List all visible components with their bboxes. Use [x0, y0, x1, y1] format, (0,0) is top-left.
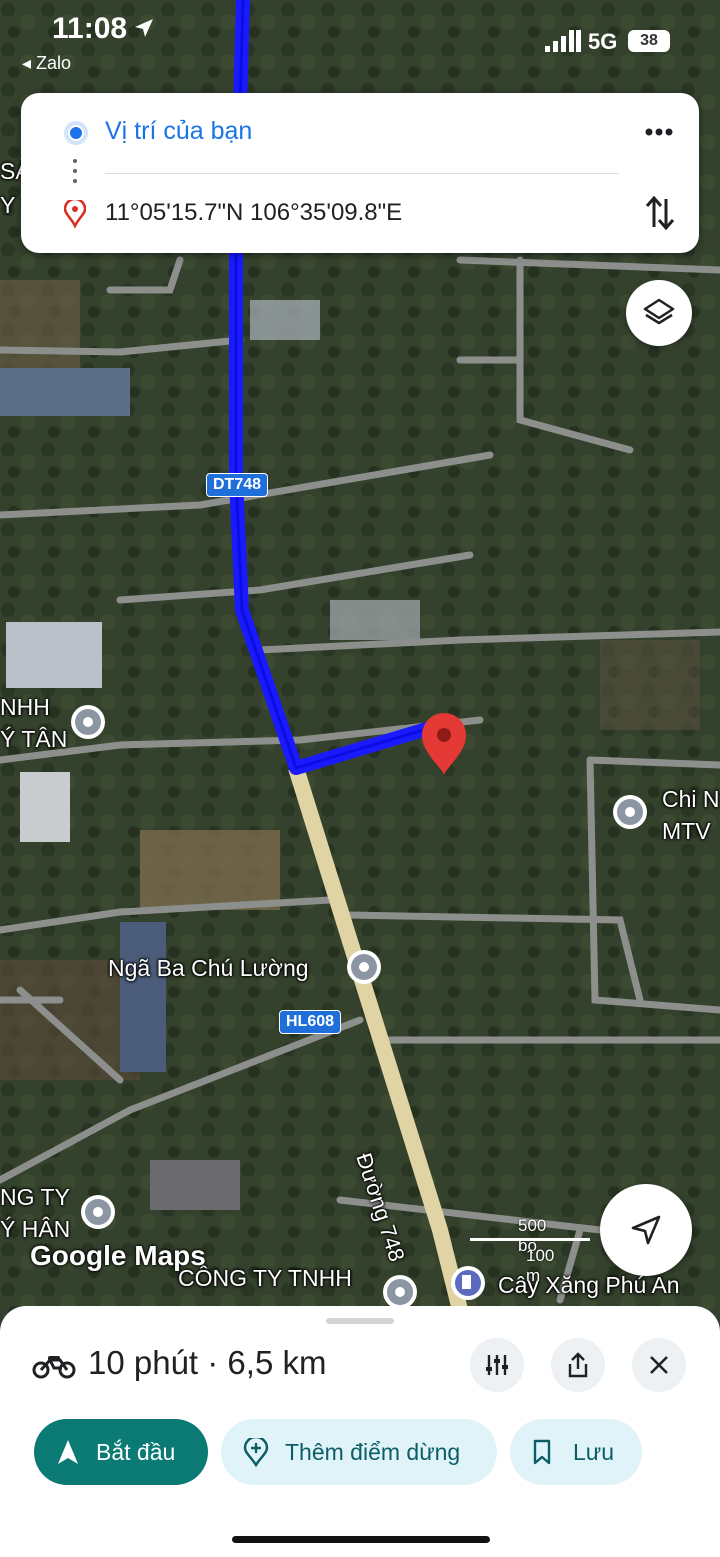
place-label[interactable]: Ý TÂN: [0, 726, 67, 753]
more-options-icon[interactable]: [643, 119, 675, 145]
place-marker-icon[interactable]: [81, 1195, 115, 1229]
add-stop-button[interactable]: Thêm điểm dừng: [221, 1419, 497, 1485]
building: [150, 1160, 240, 1210]
location-arrow-icon: [135, 19, 153, 37]
status-bar: 11:08 ◂ Zalo 5G 38: [0, 0, 720, 90]
place-label[interactable]: Chi N: [662, 786, 720, 813]
navigation-icon: [58, 1440, 78, 1464]
field-divider: [105, 173, 619, 174]
close-button[interactable]: [632, 1338, 686, 1392]
place-label[interactable]: NHH: [0, 694, 50, 721]
layers-icon: [643, 298, 675, 325]
building: [120, 922, 166, 1072]
battery-icon: 38: [628, 30, 670, 52]
road-badge-hl608: HL608: [279, 1010, 342, 1034]
bookmark-icon: [533, 1439, 551, 1465]
back-to-app-link[interactable]: ◂ Zalo: [22, 53, 71, 74]
save-button[interactable]: Lưu: [510, 1419, 642, 1485]
gas-station-icon[interactable]: [451, 1266, 485, 1300]
recenter-button[interactable]: [600, 1184, 692, 1276]
place-label[interactable]: MTV: [662, 818, 711, 845]
directions-card: Vị trí của bạn 11°05'15.7"N 106°35'09.8"…: [21, 93, 699, 253]
motorbike-icon: [32, 1356, 76, 1379]
origin-field[interactable]: Vị trí của bạn: [105, 117, 252, 146]
destination-pin-small-icon: [64, 200, 86, 228]
place-marker-icon[interactable]: [71, 705, 105, 739]
place-marker-icon[interactable]: [347, 950, 381, 984]
field-patch: [600, 640, 700, 730]
share-button[interactable]: [551, 1338, 605, 1392]
tune-icon: [486, 1355, 508, 1375]
place-marker-icon[interactable]: [613, 795, 647, 829]
add-stop-label: Thêm điểm dừng: [285, 1438, 461, 1465]
your-location-icon: [64, 121, 88, 145]
scale-label-bottom: 100 m: [526, 1246, 555, 1285]
status-time: 11:08: [52, 12, 128, 45]
building: [0, 368, 130, 416]
layers-button[interactable]: [626, 280, 692, 346]
navigation-arrow-icon: [631, 1215, 661, 1245]
signal-icon: [545, 30, 581, 52]
destination-field[interactable]: 11°05'15.7"N 106°35'09.8"E: [105, 199, 402, 227]
building: [6, 622, 102, 688]
start-label: Bắt đầu: [96, 1438, 176, 1465]
route-summary: 10 phút · 6,5 km: [88, 1344, 327, 1381]
google-maps-attribution: Google Maps: [30, 1240, 206, 1271]
field-patch: [140, 830, 280, 910]
building: [20, 772, 70, 842]
swap-icon[interactable]: [643, 193, 677, 233]
route-bottom-sheet: 10 phút · 6,5 km Bắt đầu Thêm điểm dừng: [0, 1306, 720, 1557]
close-icon: [650, 1356, 668, 1374]
place-label[interactable]: Ngã Ba Chú Lường: [108, 955, 309, 982]
save-label: Lưu: [573, 1438, 614, 1465]
place-marker-icon[interactable]: [383, 1275, 417, 1309]
field-patch: [0, 280, 80, 370]
route-connector-dots: [73, 159, 77, 189]
start-button[interactable]: Bắt đầu: [34, 1419, 208, 1485]
network-type: 5G: [588, 29, 618, 54]
building: [330, 600, 420, 640]
share-icon: [568, 1352, 588, 1378]
drag-handle[interactable]: [326, 1318, 394, 1324]
place-label[interactable]: Ý HÂN: [0, 1216, 70, 1243]
place-label[interactable]: NG TY: [0, 1184, 70, 1211]
road-badge-dt748: DT748: [206, 473, 269, 497]
building: [250, 300, 320, 340]
home-indicator[interactable]: [232, 1536, 490, 1543]
scale-line: [470, 1238, 590, 1241]
route-options-button[interactable]: [470, 1338, 524, 1392]
add-location-icon: [243, 1438, 269, 1468]
